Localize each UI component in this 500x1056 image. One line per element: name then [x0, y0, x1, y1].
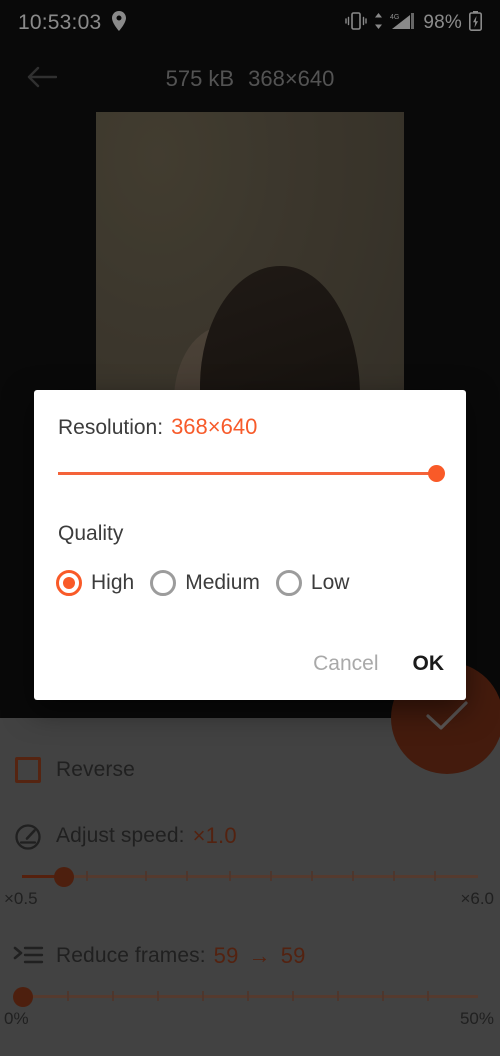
resolution-quality-dialog: Resolution: 368×640 Quality High Medium … [34, 390, 466, 700]
resolution-slider-thumb[interactable] [428, 465, 445, 482]
resolution-label: Resolution: [58, 416, 164, 439]
resolution-row: Resolution: 368×640 [58, 414, 257, 440]
quality-option-medium-label: Medium [185, 571, 260, 594]
quality-radio-group: High Medium Low [56, 570, 365, 596]
radio-selected-icon [56, 570, 82, 596]
cancel-button[interactable]: Cancel [309, 646, 382, 682]
quality-option-high-label: High [91, 571, 135, 594]
radio-unselected-icon [275, 570, 302, 596]
resolution-slider[interactable] [58, 462, 445, 486]
phone-screen: 10:53:03 4G 98% 575 kB 368×640 Reverse A… [0, 0, 500, 1056]
ok-button[interactable]: OK [409, 646, 449, 682]
quality-label: Quality [58, 522, 124, 545]
quality-option-high[interactable]: High [56, 570, 134, 596]
quality-option-medium[interactable]: Medium [150, 570, 260, 596]
resolution-slider-track [58, 472, 444, 475]
radio-unselected-icon [150, 570, 177, 596]
quality-option-low[interactable]: Low [275, 570, 350, 596]
dialog-actions: Cancel OK [309, 646, 448, 682]
quality-option-low-label: Low [310, 571, 350, 594]
resolution-value: 368×640 [171, 414, 258, 439]
